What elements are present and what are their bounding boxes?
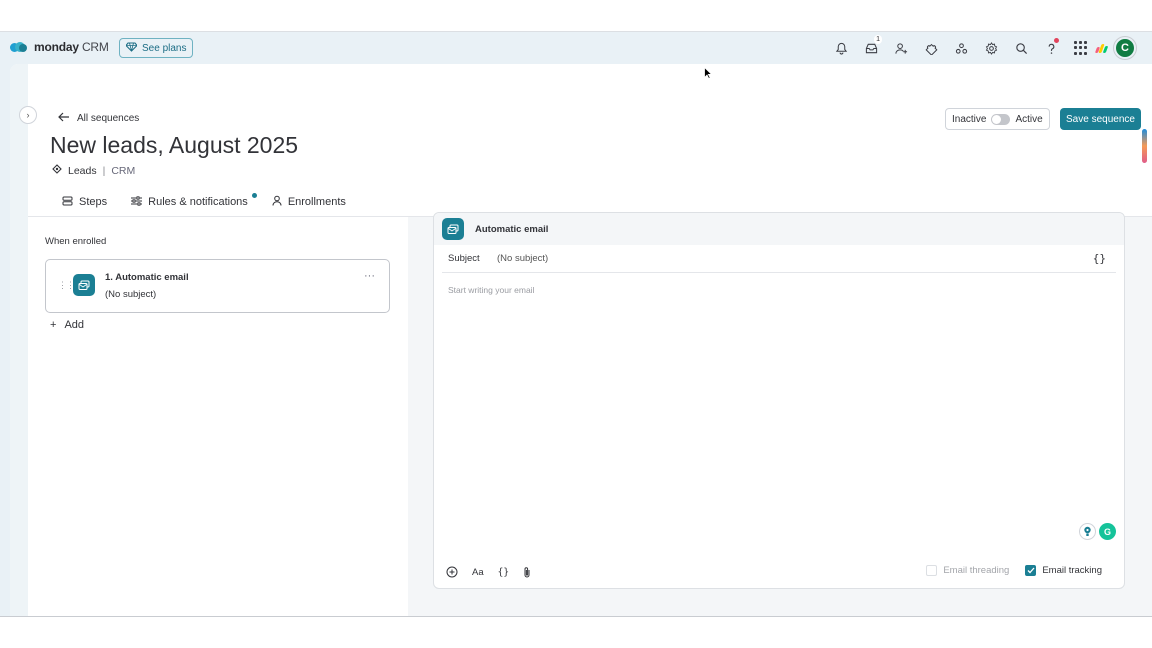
tab-steps[interactable]: Steps [50, 188, 120, 218]
chevron-right-icon: › [26, 110, 30, 120]
steps-icon [62, 196, 73, 209]
integrations-icon[interactable] [916, 37, 946, 59]
browser-top-strip [0, 0, 1152, 32]
expand-sidebar-button[interactable]: › [19, 106, 37, 124]
diamond-icon [125, 41, 138, 55]
email-body-input[interactable]: Start writing your email [448, 285, 534, 295]
mouse-cursor-icon [704, 66, 713, 84]
sequence-status-toggle[interactable]: Inactive Active [945, 108, 1050, 130]
tab-notification-dot [251, 193, 257, 198]
board-icon [52, 164, 62, 177]
apps-grid-icon[interactable] [1066, 37, 1096, 59]
add-step-button[interactable]: + Add [50, 319, 84, 331]
tab-enrollments[interactable]: Enrollments [260, 188, 358, 216]
monday-account-logo-icon [1094, 43, 1110, 53]
avatar[interactable]: C [1114, 37, 1136, 59]
tab-steps-label: Steps [79, 196, 108, 208]
status-switch[interactable] [991, 113, 1011, 125]
inbox-icon[interactable]: 1 [856, 35, 886, 59]
email-tracking-label: Email tracking [1042, 565, 1102, 576]
email-editor-header: Automatic email [434, 213, 1124, 245]
see-plans-button[interactable]: See plans [119, 38, 194, 58]
email-tracking-checkbox[interactable] [1025, 565, 1037, 576]
more-options-icon[interactable]: ··· [364, 270, 375, 282]
status-active-label: Active [1015, 113, 1043, 125]
email-editor-toolbar: Aa {} Email threading Email tracking [446, 564, 1112, 580]
insert-variable-subject-button[interactable]: {} [1093, 252, 1106, 265]
step-card[interactable]: ⋮⋮ 1. Automatic email (No subject) ··· [45, 259, 390, 313]
email-step-icon [73, 274, 95, 296]
text-format-button[interactable]: Aa [472, 567, 484, 578]
monday-logo-icon [10, 40, 29, 54]
add-step-label: Add [64, 319, 85, 331]
subject-input[interactable]: (No subject) [497, 253, 548, 264]
page-title: New leads, August 2025 [50, 132, 299, 158]
email-step-icon [442, 218, 464, 240]
monday-crm-logo[interactable]: monday CRM [10, 40, 109, 54]
bell-icon[interactable] [826, 37, 856, 59]
all-sequences-link[interactable]: All sequences [58, 112, 139, 125]
arrow-left-icon [58, 112, 70, 125]
plus-icon: + [50, 319, 57, 331]
attachment-icon[interactable] [523, 566, 531, 578]
sliders-icon [131, 195, 143, 209]
insert-variable-button[interactable]: {} [498, 567, 509, 578]
left-rail [10, 64, 28, 616]
step-title: 1. Automatic email [105, 272, 189, 283]
help-notification-dot [1054, 38, 1059, 43]
drag-handle-icon[interactable]: ⋮⋮ [58, 280, 75, 291]
help-icon[interactable] [1036, 37, 1066, 59]
invite-members-icon[interactable] [886, 37, 916, 59]
tab-enrollments-label: Enrollments [287, 196, 346, 208]
back-link-label: All sequences [77, 113, 140, 124]
save-sequence-button[interactable]: Save sequence [1060, 108, 1141, 130]
search-icon[interactable] [1006, 37, 1036, 59]
subject-field[interactable]: Subject (No subject) {} [442, 245, 1116, 273]
email-threading-label: Email threading [943, 565, 1010, 576]
browser-bottom-strip [0, 616, 1152, 648]
breadcrumb-separator: | [102, 164, 106, 177]
grammarly-icon[interactable]: G [1099, 523, 1116, 540]
tab-bar: Steps Rules & notifications Enrollments [50, 188, 358, 218]
see-plans-label: See plans [142, 42, 187, 54]
scroll-indicator [1142, 129, 1147, 163]
lightbulb-icon[interactable] [1079, 523, 1096, 540]
tab-rules-notifications[interactable]: Rules & notifications [119, 188, 260, 216]
editor-widgets: G [1079, 523, 1116, 540]
step-subject: (No subject) [105, 289, 157, 300]
steps-panel: When enrolled ⋮⋮ 1. Automatic email (No … [28, 217, 408, 616]
person-icon [272, 195, 282, 209]
subject-label: Subject [448, 253, 480, 264]
tab-rules-label: Rules & notifications [148, 196, 248, 208]
email-options: Email threading Email tracking [926, 565, 1102, 576]
breadcrumb: Leads | CRM [52, 164, 135, 177]
settings-icon[interactable] [976, 37, 1006, 59]
app-window: monday CRM See plans 1 C › All sequences… [0, 32, 1152, 616]
logo-wordmark: monday CRM [34, 40, 109, 54]
board-link[interactable]: Leads [68, 165, 97, 177]
trigger-label: When enrolled [45, 236, 107, 247]
add-content-icon[interactable] [446, 566, 458, 578]
email-threading-checkbox[interactable] [926, 565, 938, 576]
email-editor-card: Automatic email Subject (No subject) {} … [433, 212, 1125, 589]
top-navigation-bar: monday CRM See plans 1 C [0, 32, 1152, 64]
work-management-icon[interactable] [946, 37, 976, 59]
email-editor-title: Automatic email [475, 224, 549, 235]
workspace-label: CRM [111, 164, 136, 177]
status-inactive-label: Inactive [952, 113, 987, 125]
inbox-badge: 1 [874, 35, 882, 44]
topbar-actions: 1 C [826, 35, 1136, 59]
